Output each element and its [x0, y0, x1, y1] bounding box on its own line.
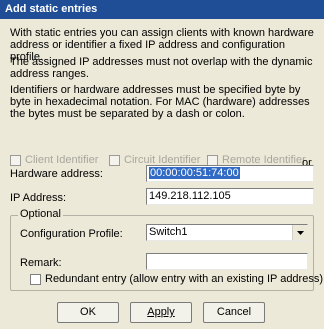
description-paragraph-2: The assigned IP addresses must not overl… [10, 56, 313, 80]
redundant-entry-label: Redundant entry (allow entry with an exi… [45, 273, 323, 285]
hardware-address-value: 00:00:00:51:74:00 [149, 167, 240, 179]
ip-address-label: IP Address: [10, 192, 67, 204]
circuit-identifier-checkbox[interactable] [109, 155, 120, 166]
optional-group-title: Optional [18, 208, 63, 220]
remark-label: Remark: [20, 257, 62, 269]
redundant-entry-checkbox[interactable] [30, 274, 41, 285]
configuration-profile-label: Configuration Profile: [20, 228, 123, 240]
apply-button-label: Apply [147, 306, 175, 318]
ip-address-input[interactable]: 149.218.112.105 [146, 188, 314, 205]
dialog-title: Add static entries [0, 0, 324, 19]
ok-button[interactable]: OK [57, 302, 119, 323]
hardware-address-label: Hardware address: [10, 168, 103, 180]
configuration-profile-value: Switch1 [149, 226, 188, 238]
dropdown-arrow-icon[interactable] [292, 225, 307, 240]
configuration-profile-select[interactable]: Switch1 [146, 224, 308, 241]
hardware-address-input[interactable]: 00:00:00:51:74:00 [146, 165, 314, 182]
cancel-button[interactable]: Cancel [203, 302, 265, 323]
client-identifier-checkbox[interactable] [10, 155, 21, 166]
apply-button[interactable]: Apply [130, 302, 192, 323]
remark-input[interactable] [146, 253, 308, 270]
client-identifier-label: Client Identifier [25, 154, 99, 166]
ip-address-value: 149.218.112.105 [149, 190, 231, 202]
description-paragraph-3: Identifiers or hardware addresses must b… [10, 84, 310, 120]
